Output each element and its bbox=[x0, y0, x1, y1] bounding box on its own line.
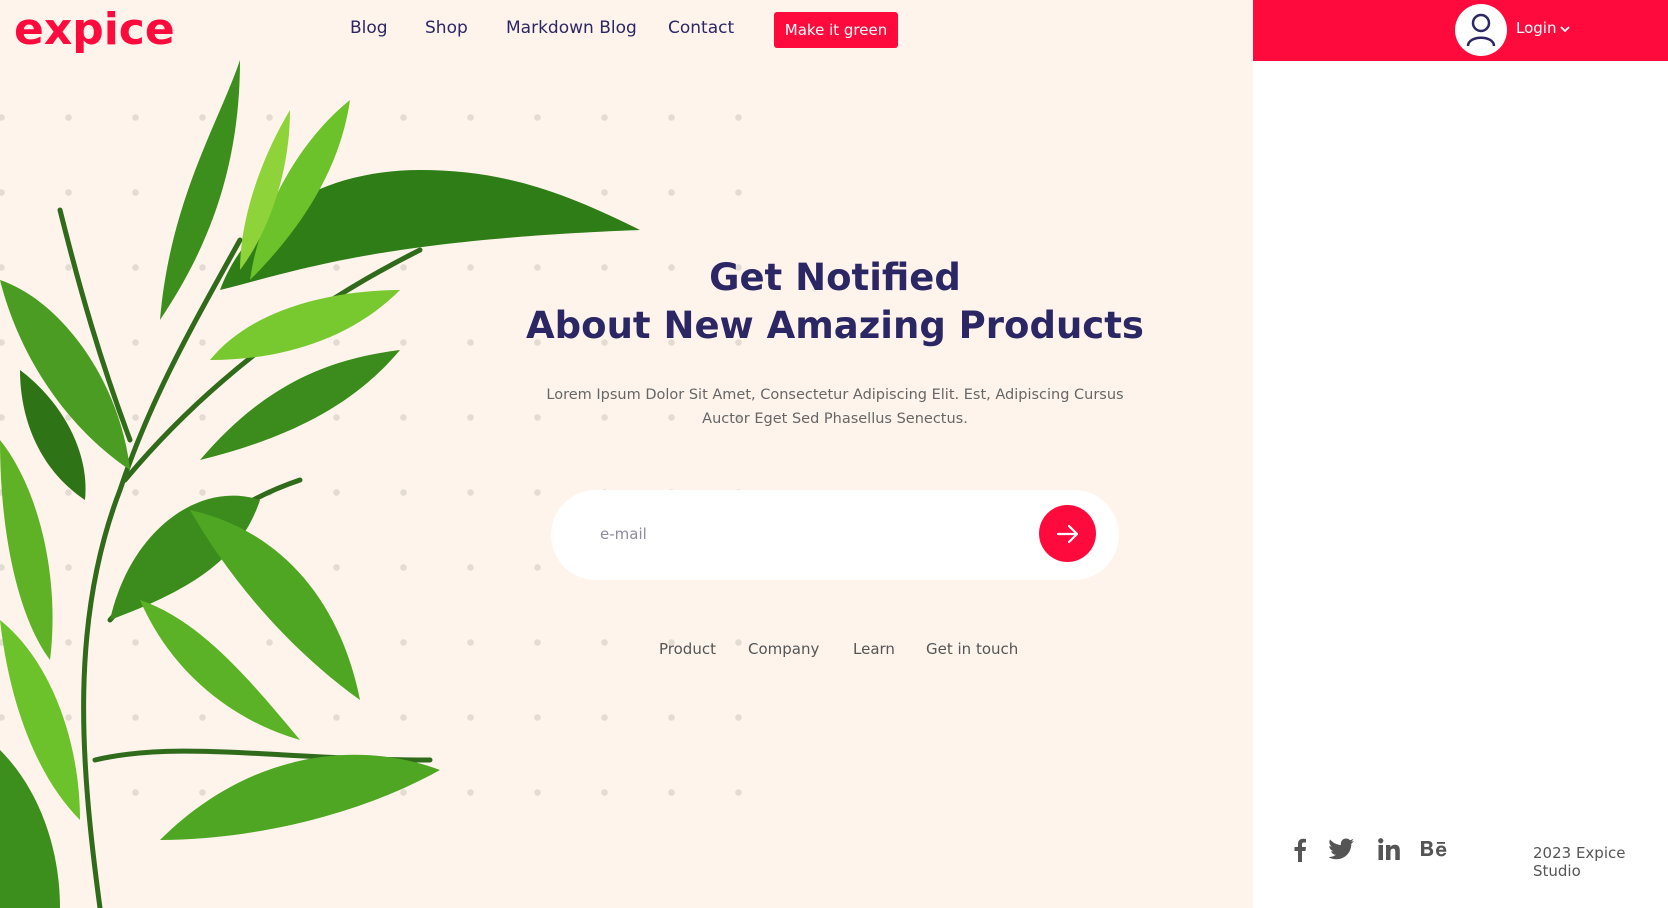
make-it-green-button[interactable]: Make it green bbox=[774, 12, 898, 48]
facebook-icon[interactable] bbox=[1293, 838, 1307, 862]
hero-title-line2: About New Amazing Products bbox=[526, 304, 1144, 347]
hero-description-line2: Auctor Eget Sed Phasellus Senectus. bbox=[702, 411, 968, 427]
chevron-down-icon[interactable] bbox=[1560, 26, 1570, 32]
nav-item-markdown-blog[interactable]: Markdown Blog bbox=[506, 18, 637, 38]
subscribe-submit-button[interactable] bbox=[1039, 505, 1096, 562]
footer-link-company[interactable]: Company bbox=[748, 640, 819, 658]
footer-link-learn[interactable]: Learn bbox=[853, 640, 895, 658]
right-panel bbox=[1253, 0, 1668, 908]
email-input[interactable] bbox=[600, 525, 1000, 543]
hero-description-line1: Lorem Ipsum Dolor Sit Amet, Consectetur … bbox=[546, 387, 1124, 403]
nav-item-shop[interactable]: Shop bbox=[425, 18, 468, 38]
hero-description: Lorem Ipsum Dolor Sit Amet, Consectetur … bbox=[545, 383, 1125, 431]
user-icon bbox=[1466, 13, 1496, 47]
login-button[interactable]: Login bbox=[1516, 19, 1556, 37]
linkedin-icon[interactable] bbox=[1378, 838, 1400, 860]
arrow-right-icon bbox=[1056, 524, 1079, 544]
avatar[interactable] bbox=[1455, 4, 1507, 56]
nav-item-contact[interactable]: Contact bbox=[668, 18, 734, 38]
twitter-icon[interactable] bbox=[1329, 838, 1355, 860]
copyright-text: 2023 Expice Studio bbox=[1533, 844, 1626, 880]
hero-title-line1: Get Notified bbox=[709, 256, 961, 299]
behance-icon[interactable] bbox=[1421, 838, 1449, 860]
logo[interactable]: expice bbox=[14, 4, 175, 55]
plant-illustration bbox=[0, 60, 640, 908]
footer-link-get-in-touch[interactable]: Get in touch bbox=[926, 640, 1018, 658]
footer-link-product[interactable]: Product bbox=[659, 640, 716, 658]
nav-item-blog[interactable]: Blog bbox=[350, 18, 388, 38]
